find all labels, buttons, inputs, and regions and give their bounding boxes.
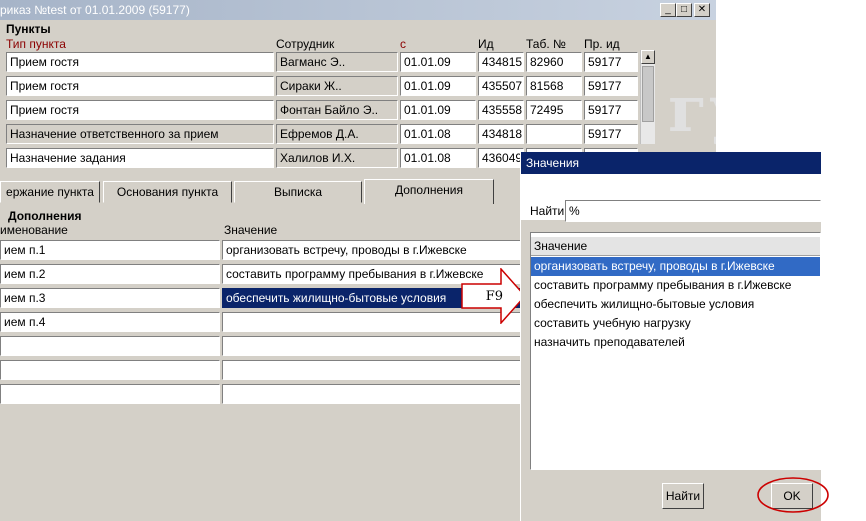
item-id-cell[interactable]: 436049	[478, 148, 524, 168]
find-button[interactable]: Найти	[662, 483, 704, 509]
tab-content[interactable]: ержание пункта	[0, 181, 100, 203]
find-label: Найти	[530, 204, 565, 218]
values-list-header: Значение	[531, 237, 820, 256]
item-type-cell[interactable]: Прием гостя	[6, 100, 274, 120]
item-employee-cell[interactable]: Халилов И.Х.	[276, 148, 398, 168]
item-tabno-cell[interactable]	[526, 124, 582, 144]
f9-hint-label: F9	[486, 289, 503, 304]
col-value-header: Значение	[224, 223, 278, 237]
addition-value-cell[interactable]	[222, 360, 522, 380]
addition-name-cell[interactable]: ием п.2	[0, 264, 220, 284]
item-type-cell[interactable]: Прием гостя	[6, 76, 274, 96]
list-item[interactable]: составить учебную нагрузку	[531, 314, 820, 333]
ok-highlight-ring-icon	[757, 477, 829, 513]
addition-name-cell[interactable]: ием п.4	[0, 312, 220, 332]
col-tabno-header: Таб. №	[526, 37, 566, 51]
addition-value-cell[interactable]	[222, 384, 522, 404]
item-employee-cell[interactable]: Ефремов Д.А.	[276, 124, 398, 144]
col-from-header: с	[400, 37, 406, 51]
list-item[interactable]: обеспечить жилищно-бытовые условия	[531, 295, 820, 314]
col-id-header: Ид	[478, 37, 494, 51]
tab-extract[interactable]: Выписка	[234, 181, 362, 203]
item-orderid-cell[interactable]: 59177	[584, 124, 638, 144]
list-item[interactable]: назначить преподавателей	[531, 333, 820, 352]
f9-hint-arrow-icon: F9	[461, 268, 527, 324]
tab-grounds[interactable]: Основания пункта	[103, 181, 232, 203]
item-id-cell[interactable]: 434818	[478, 124, 524, 144]
item-from-cell[interactable]: 01.01.09	[400, 76, 476, 96]
item-tabno-cell[interactable]: 81568	[526, 76, 582, 96]
addition-name-cell[interactable]	[0, 384, 220, 404]
item-tabno-cell[interactable]: 72495	[526, 100, 582, 120]
item-orderid-cell[interactable]: 59177	[584, 76, 638, 96]
item-from-cell[interactable]: 01.01.08	[400, 124, 476, 144]
item-tabno-cell[interactable]: 82960	[526, 52, 582, 72]
find-input[interactable]	[565, 200, 821, 222]
maximize-button[interactable]: □	[676, 3, 692, 17]
col-name-header: именование	[0, 223, 68, 237]
item-employee-cell[interactable]: Фонтан Байло Э..	[276, 100, 398, 120]
addition-value-cell[interactable]: организовать встречу, проводы в г.Ижевск…	[222, 240, 522, 260]
window-titlebar: риказ №test от 01.01.2009 (59177) _ □ ✕	[0, 0, 716, 20]
col-orderid-header: Пр. ид	[584, 37, 620, 51]
items-section-title: Пункты	[6, 22, 51, 36]
values-list[interactable]: Значение организовать встречу, проводы в…	[530, 232, 821, 470]
addition-value-cell[interactable]	[222, 336, 522, 356]
values-dialog: Значения Найти Значение организовать вст…	[520, 152, 821, 521]
scroll-up-arrow-icon[interactable]: ▲	[641, 50, 655, 64]
item-orderid-cell[interactable]: 59177	[584, 100, 638, 120]
item-type-cell[interactable]: Назначение ответственного за прием	[6, 124, 274, 144]
item-employee-cell[interactable]: Сираки Ж..	[276, 76, 398, 96]
item-from-cell[interactable]: 01.01.09	[400, 52, 476, 72]
item-id-cell[interactable]: 435507	[478, 76, 524, 96]
col-employee-header: Сотрудник	[276, 37, 335, 51]
item-type-cell[interactable]: Назначение задания	[6, 148, 274, 168]
watermark: гу	[668, 72, 716, 147]
addition-name-cell[interactable]	[0, 336, 220, 356]
item-orderid-cell[interactable]: 59177	[584, 52, 638, 72]
minimize-button[interactable]: _	[660, 3, 676, 17]
item-id-cell[interactable]: 435558	[478, 100, 524, 120]
list-item[interactable]: организовать встречу, проводы в г.Ижевск…	[531, 257, 820, 276]
close-button[interactable]: ✕	[694, 3, 710, 17]
item-id-cell[interactable]: 434815	[478, 52, 524, 72]
additions-section-title: Дополнения	[8, 209, 82, 223]
addition-name-cell[interactable]: ием п.1	[0, 240, 220, 260]
window-title: риказ №test от 01.01.2009 (59177)	[0, 3, 190, 17]
item-from-cell[interactable]: 01.01.08	[400, 148, 476, 168]
item-type-cell[interactable]: Прием гостя	[6, 52, 274, 72]
addition-name-cell[interactable]: ием п.3	[0, 288, 220, 308]
addition-name-cell[interactable]	[0, 360, 220, 380]
items-scrollbar[interactable]: ▲	[640, 50, 655, 144]
scroll-thumb[interactable]	[642, 66, 654, 122]
tab-additions[interactable]: Дополнения	[364, 179, 494, 204]
list-item[interactable]: составить программу пребывания в г.Ижевс…	[531, 276, 820, 295]
item-employee-cell[interactable]: Вагманс Э..	[276, 52, 398, 72]
item-from-cell[interactable]: 01.01.09	[400, 100, 476, 120]
col-type-header: Тип пункта	[6, 37, 66, 51]
dialog-title: Значения	[521, 152, 821, 174]
